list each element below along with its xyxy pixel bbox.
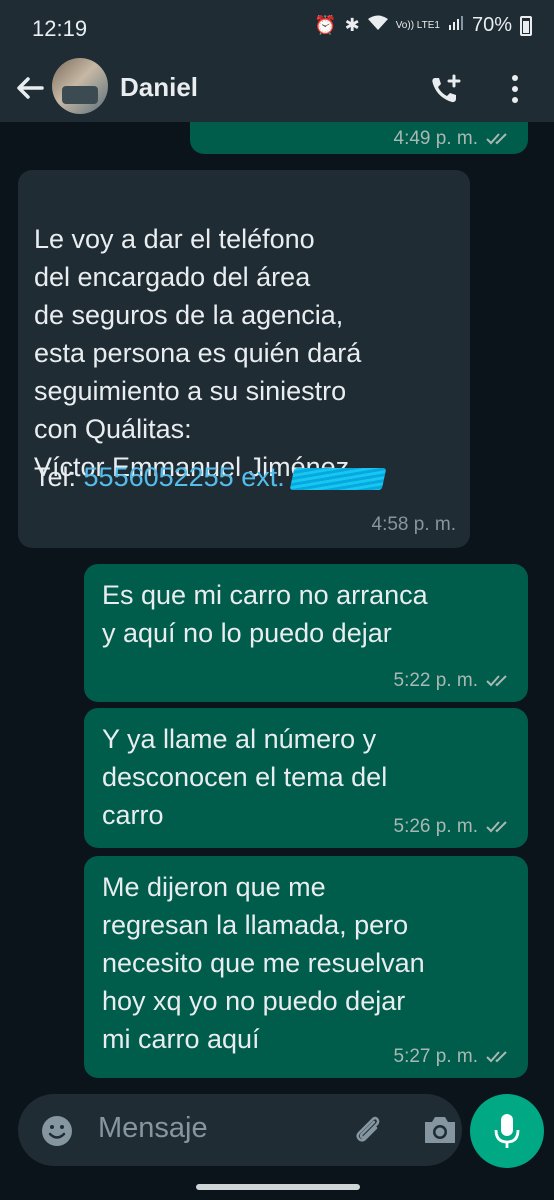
add-call-button[interactable] (426, 70, 466, 110)
home-indicator[interactable] (196, 1184, 360, 1190)
chat-header: Daniel (0, 56, 554, 122)
message-body: Le voy a dar el teléfono del encargado d… (34, 224, 362, 482)
paperclip-icon (356, 1116, 380, 1142)
camera-button[interactable] (422, 1114, 458, 1146)
attach-button[interactable] (350, 1112, 386, 1148)
signal-icon (448, 15, 464, 36)
message-bubble-outgoing[interactable]: Y ya llame al número y desconocen el tem… (84, 708, 528, 848)
phone-plus-icon (432, 74, 461, 103)
status-time: 12:19 (32, 16, 88, 41)
battery-percent: 70% (471, 14, 512, 36)
message-meta: 5:27 p. m. (394, 1046, 513, 1068)
camera-icon (425, 1117, 455, 1143)
double-check-icon (486, 675, 507, 687)
microphone-icon (494, 1114, 520, 1148)
chat-area[interactable]: 4:49 p. m. Le voy a dar el teléfono del … (0, 122, 554, 1090)
message-time: 4:49 p. m. (393, 128, 479, 149)
avatar[interactable] (52, 58, 108, 114)
contact-name[interactable]: Daniel (120, 72, 198, 103)
message-input[interactable]: Mensaje (98, 1112, 208, 1145)
message-text: Me dijeron que me regresan la llamada, p… (102, 872, 425, 1054)
status-bar: 12:19 ⏰ ✱ Vo)) LTE1 70% (0, 0, 554, 56)
double-check-icon (486, 821, 507, 833)
message-meta: 5:26 p. m. (394, 816, 513, 838)
network-label: Vo)) LTE1 (395, 19, 440, 31)
message-bubble-incoming[interactable]: Le voy a dar el teléfono del encargado d… (18, 170, 470, 548)
message-time: 5:26 p. m. (393, 816, 479, 837)
redaction-scribble (289, 467, 387, 490)
more-vertical-icon (512, 75, 518, 103)
arrow-left-icon (17, 77, 44, 99)
menu-button[interactable] (500, 70, 530, 110)
phone-line: Tel: 5556052255 ext. (34, 458, 464, 496)
emoji-icon (42, 1116, 72, 1146)
alarm-icon: ⏰ (314, 15, 337, 35)
message-bubble-outgoing[interactable]: Es que mi carro no arranca y aquí no lo … (84, 564, 528, 702)
back-button[interactable] (10, 68, 50, 108)
message-text: Le voy a dar el teléfono del encargado d… (34, 182, 464, 486)
phone-label: Tel: (34, 462, 84, 492)
phone-link[interactable]: 5556052255 ext. (84, 462, 285, 492)
message-time: 4:58 p. m. (371, 514, 457, 535)
battery-icon (520, 15, 532, 36)
message-bubble-outgoing[interactable]: 4:49 p. m. (190, 122, 528, 154)
message-bubble-outgoing[interactable]: Me dijeron que me regresan la llamada, p… (84, 856, 528, 1078)
message-input-bar[interactable]: Mensaje (18, 1094, 462, 1166)
emoji-button[interactable] (40, 1114, 74, 1148)
message-meta: 5:22 p. m. (394, 670, 513, 692)
voice-message-button[interactable] (470, 1094, 544, 1168)
message-text: Es que mi carro no arranca y aquí no lo … (102, 580, 428, 648)
message-time: 5:27 p. m. (393, 1046, 479, 1067)
wifi-icon (367, 15, 388, 36)
message-meta: 4:49 p. m. (394, 128, 513, 150)
double-check-icon (486, 133, 507, 145)
bluetooth-icon: ✱ (344, 15, 360, 35)
message-time: 5:22 p. m. (393, 670, 479, 691)
status-icons: ⏰ ✱ Vo)) LTE1 70% (314, 14, 532, 37)
double-check-icon (486, 1051, 507, 1063)
message-meta: 4:58 p. m. (372, 514, 457, 536)
